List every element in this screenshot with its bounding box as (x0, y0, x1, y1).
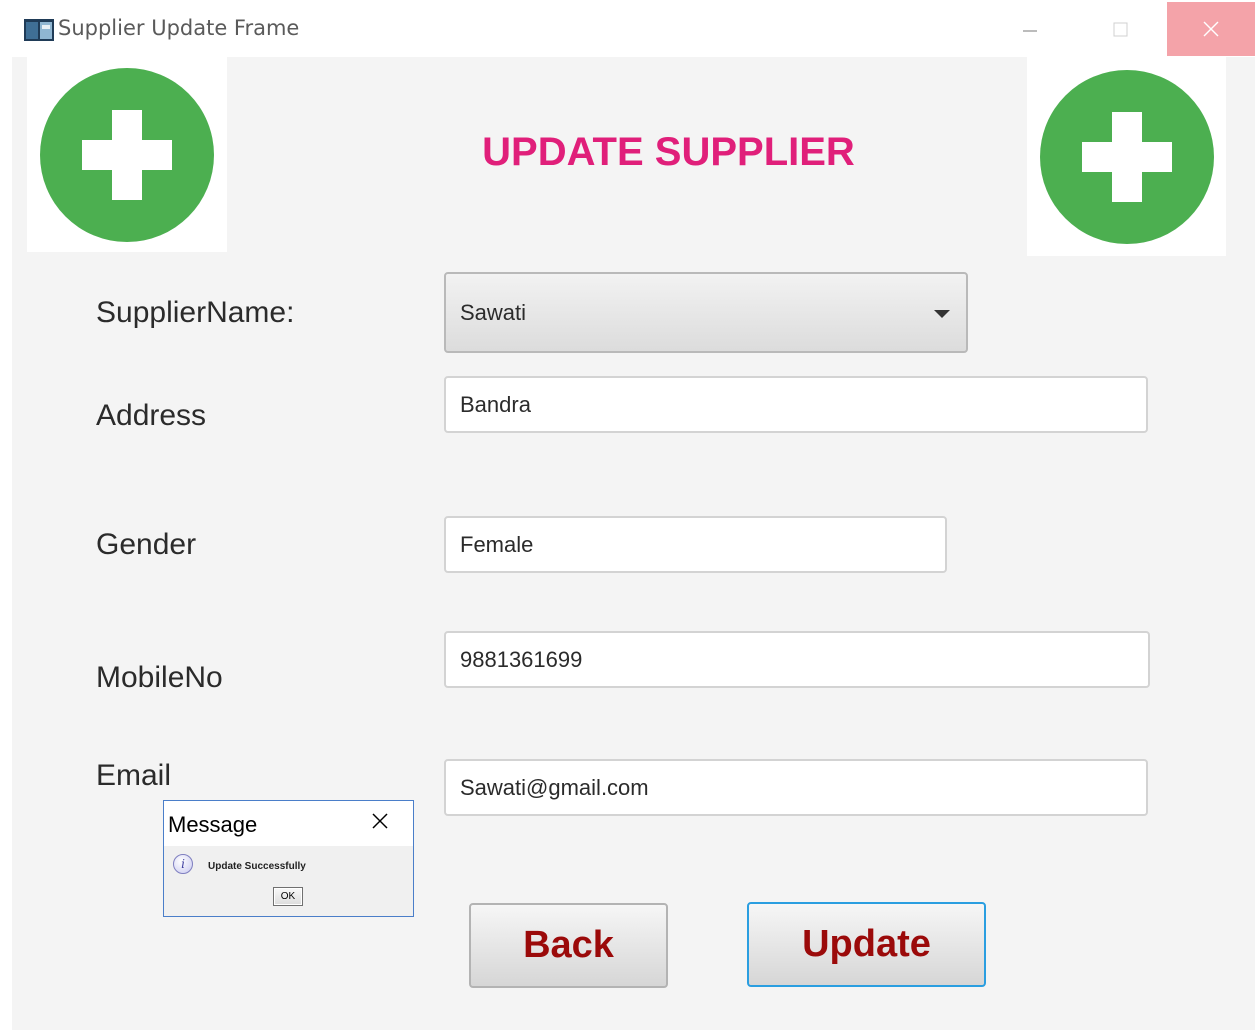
supplier-name-label: SupplierName: (96, 296, 295, 329)
dialog-title: Message (168, 812, 258, 837)
dialog-message: Update Successfully (208, 861, 306, 872)
supplier-name-value: Sawati (460, 299, 527, 325)
plus-circle-icon (1039, 69, 1214, 244)
ok-button[interactable]: OK (273, 887, 303, 906)
update-button[interactable]: Update (747, 902, 986, 987)
address-field[interactable]: Bandra (444, 376, 1148, 433)
close-button[interactable] (1167, 2, 1255, 56)
email-field[interactable]: Sawati@gmail.com (444, 759, 1148, 816)
gender-label: Gender (96, 528, 197, 561)
gender-value: Female (460, 531, 534, 557)
maximize-icon (1113, 22, 1128, 37)
email-label: Email (96, 759, 172, 792)
chevron-down-icon (934, 310, 950, 318)
info-icon: i (173, 854, 193, 874)
back-button[interactable]: Back (469, 903, 668, 988)
logo-right (1027, 57, 1226, 256)
form-panel: UPDATE SUPPLIER SupplierName: Sawati Add… (12, 57, 1255, 1030)
window-titlebar: Supplier Update Frame (0, 0, 1255, 57)
supplier-name-select[interactable]: Sawati (444, 272, 968, 353)
close-icon (1203, 21, 1219, 37)
address-value: Bandra (460, 391, 531, 417)
message-dialog: Message i Update Successfully OK (163, 800, 414, 917)
mobile-label: MobileNo (96, 661, 223, 694)
dialog-header: Message (164, 801, 413, 846)
close-icon[interactable] (368, 809, 392, 833)
mobile-field[interactable]: 9881361699 (444, 631, 1150, 688)
minimize-icon (1023, 30, 1037, 32)
minimize-button[interactable] (1000, 2, 1060, 56)
mobile-value: 9881361699 (460, 646, 583, 672)
window-title: Supplier Update Frame (58, 16, 300, 40)
maximize-button[interactable] (1090, 2, 1150, 56)
address-label: Address (96, 399, 207, 432)
gender-field[interactable]: Female (444, 516, 947, 573)
window-app-icon (24, 19, 54, 41)
email-value: Sawati@gmail.com (460, 774, 649, 800)
